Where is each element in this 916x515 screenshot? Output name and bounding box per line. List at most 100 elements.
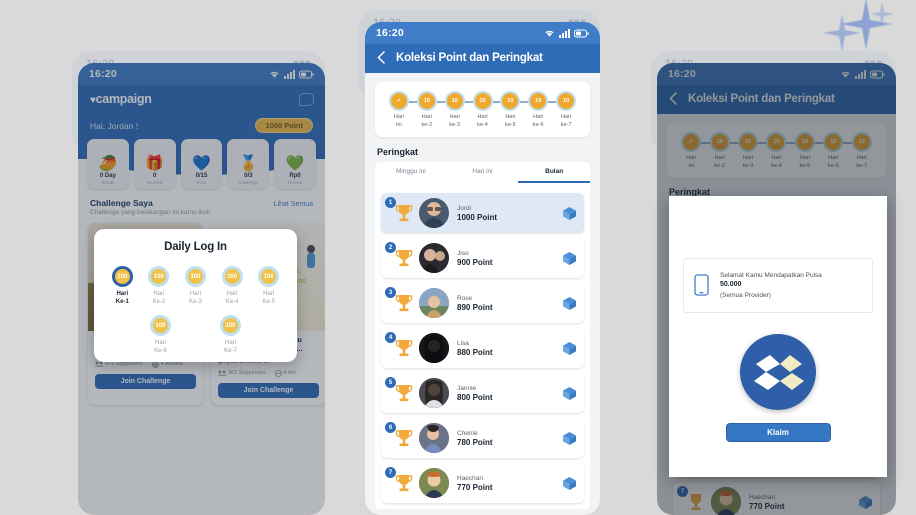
- reward-line-1: Selamat Kamu Mendapatkan Pulsa: [720, 272, 822, 279]
- streak-circle: 10: [556, 91, 577, 111]
- daily-login-row-2: 100 Hari Ke-6 100 Hari Ke-7: [104, 315, 287, 355]
- trophy-icon: [395, 250, 413, 267]
- avatar: [419, 333, 449, 364]
- streak-node-6[interactable]: 10 Hari ke-6: [524, 91, 552, 129]
- status-icons: [544, 28, 589, 38]
- streak-label: Hari ke-3: [449, 114, 460, 128]
- reward-line-2: 50.000: [720, 281, 742, 289]
- table-row[interactable]: 5 Jannie 800 Point: [381, 373, 584, 414]
- streak-node-5[interactable]: 10 Hari ke-5: [496, 91, 524, 129]
- day-item-1[interactable]: 100 Hari Ke-1: [106, 266, 138, 306]
- reward-text-block: Selamat Kamu Mendapatkan Pulsa 50.000 (S…: [720, 271, 822, 300]
- streak-node-1[interactable]: ✓ Hari ini: [385, 91, 413, 129]
- streak-circle: ✓: [388, 91, 409, 111]
- player-name: Jannie: [457, 384, 477, 392]
- day-label: Hari Ke-5: [262, 291, 276, 306]
- gift-box-icon[interactable]: [562, 431, 577, 446]
- screenshot-stage: 16:20 ◓ ▮▮▮ 16:20 ◓ ▮▮▮ 16:20 ◓ ▮▮▮ 16:2…: [0, 0, 916, 515]
- avatar: [419, 378, 449, 409]
- trophy-icon: [395, 295, 413, 312]
- streak-label: Hari ke-5: [505, 114, 516, 128]
- table-row[interactable]: 6 Chenle780 Point: [381, 418, 584, 459]
- ranking-heading: Peringkat: [377, 147, 419, 158]
- player-points: 780 Point: [457, 437, 493, 447]
- tab-minggu-ini[interactable]: Minggu ini: [375, 162, 447, 183]
- streak-circle: 10: [444, 91, 465, 111]
- trophy-icon: [395, 205, 413, 222]
- streak-node-7[interactable]: 10 Hari ke-7: [552, 91, 580, 129]
- player-points: 1000 Point: [457, 212, 498, 222]
- day-label: Hari Ke-1: [115, 291, 129, 306]
- table-row[interactable]: 4 Lisa 880 Point: [381, 328, 584, 369]
- day-label: Hari Ke-2: [152, 291, 166, 306]
- coin-icon: 100: [150, 315, 171, 337]
- gift-box-icon[interactable]: [562, 251, 577, 266]
- coin-icon: 100: [221, 266, 243, 287]
- player-name: Haechan: [457, 474, 484, 482]
- streak-card: ✓ Hari ini 10 Hari ke-2 10 Hari ke-3 10 Hari ke-…: [375, 82, 590, 138]
- streak-label: Hari ke-6: [532, 114, 544, 128]
- streak-node-2[interactable]: 10 Hari ke-2: [413, 91, 441, 129]
- claim-button[interactable]: Klaim: [725, 422, 831, 442]
- player-name: Rose: [457, 294, 473, 302]
- battery-icon: [574, 29, 589, 37]
- ranking-tabs: Minggu ini Hari ini Bulan: [375, 162, 591, 184]
- day-label: Hari Ke-6: [154, 340, 167, 355]
- trophy-icon: [395, 430, 413, 447]
- day-label: Hari Ke-3: [189, 291, 202, 306]
- avatar: [419, 423, 449, 454]
- table-row[interactable]: 7 Haechan 770 Point: [381, 463, 584, 504]
- gift-box-icon[interactable]: [562, 386, 577, 401]
- streak-node-3[interactable]: 10 Hari ke-3: [441, 91, 469, 129]
- chevron-left-icon[interactable]: [375, 51, 388, 64]
- page-title: Koleksi Point dan Peringkat: [396, 51, 543, 64]
- day-item-6[interactable]: 100 Hari Ke-6: [145, 315, 177, 355]
- daily-login-row-1: 100 Hari Ke-1 100 Hari Ke-2 100 Hari Ke-3 1…: [104, 266, 287, 306]
- streak-label: Hari ke-7: [560, 114, 572, 128]
- day-item-2[interactable]: 100 Hari Ke-2: [143, 266, 175, 306]
- streak-circle: 10: [472, 91, 493, 111]
- day-item-3[interactable]: 100 Hari Ke-3: [179, 266, 211, 306]
- reward-card: Selamat Kamu Mendapatkan Pulsa 50.000 (S…: [683, 258, 873, 313]
- day-item-7[interactable]: 100 Hari Ke-7: [215, 315, 247, 355]
- table-row[interactable]: 2 Jiso 900 Point: [381, 238, 584, 279]
- reward-line-3: (Semua Provider): [720, 291, 771, 299]
- table-row[interactable]: 3 Rose 890 Point: [381, 283, 584, 324]
- avatar: [419, 198, 449, 229]
- day-item-5[interactable]: 100 Hari Ke-5: [253, 266, 285, 306]
- dropbox-logo-icon: [740, 333, 816, 410]
- daily-login-dialog: Daily Log In 100 Hari Ke-1 100 Hari Ke-2 1…: [94, 229, 297, 362]
- show-more-button[interactable]: [365, 509, 600, 515]
- streak-circle: 10: [500, 91, 521, 111]
- cellular-signal-icon: [559, 28, 570, 38]
- trophy-icon: [395, 340, 413, 357]
- gift-box-icon[interactable]: [562, 476, 577, 491]
- leaderboard-list: 1 Jordi 1000 Point 2 Jiso 900 Point 3 Rose…: [375, 183, 590, 510]
- day-label: Hari Ke-7: [224, 340, 237, 355]
- trophy-icon: [395, 475, 413, 492]
- player-name: Jiso: [457, 249, 469, 257]
- streak-circle: 10: [528, 91, 549, 111]
- streak-circle: 10: [416, 91, 437, 111]
- gift-box-icon[interactable]: [562, 206, 577, 221]
- coin-icon: 100: [258, 266, 280, 287]
- tab-bulan[interactable]: Bulan: [518, 162, 591, 184]
- gift-box-icon[interactable]: [562, 296, 577, 311]
- table-row[interactable]: 1 Jordi 1000 Point: [381, 193, 584, 234]
- coin-icon: 100: [148, 266, 170, 287]
- status-bar: 16:20: [365, 22, 600, 44]
- coin-icon: 100: [111, 266, 133, 287]
- streak-node-4[interactable]: 10 Hari ke-4: [469, 91, 497, 129]
- avatar: [419, 243, 449, 274]
- gift-box-icon[interactable]: [562, 341, 577, 356]
- claim-reward-modal: Selamat Kamu Mendapatkan Pulsa 50.000 (S…: [669, 196, 887, 477]
- tab-hari-ini[interactable]: Hari ini: [447, 162, 519, 183]
- day-label: Hari Ke-4: [225, 291, 239, 306]
- trophy-icon: [395, 385, 413, 402]
- day-item-4[interactable]: 100 Hari Ke-4: [216, 266, 248, 306]
- avatar: [419, 468, 449, 499]
- player-points: 900 Point: [457, 257, 493, 267]
- streak-label: Hari ini: [393, 114, 404, 128]
- mid-phone-screen: 16:20 Koleksi Point dan Peringkat ✓ Hari i…: [365, 22, 600, 515]
- player-name: Lisa: [457, 339, 469, 347]
